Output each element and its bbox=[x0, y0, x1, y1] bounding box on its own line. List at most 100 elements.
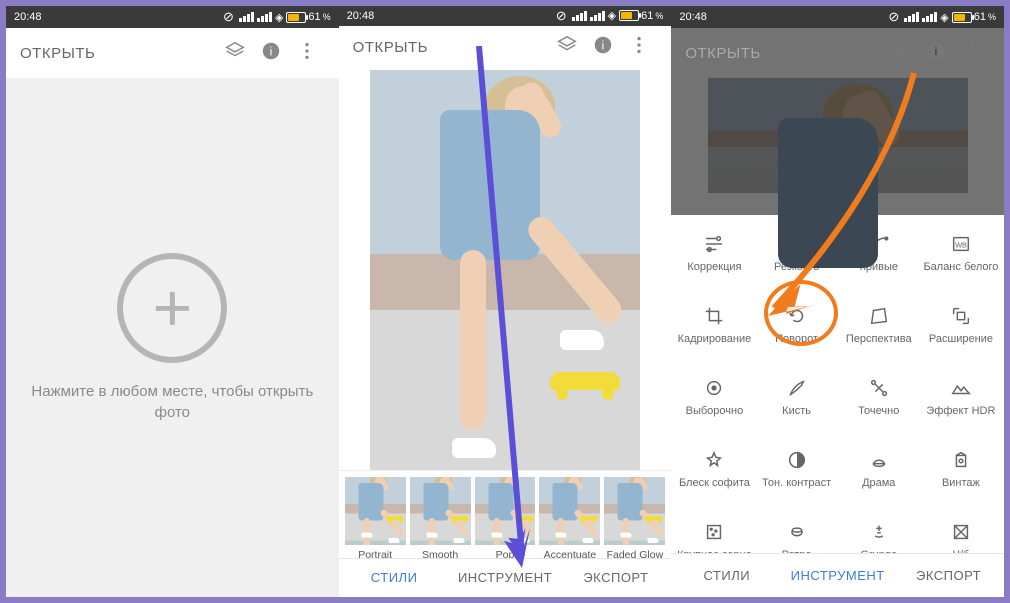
tool-brush[interactable]: Кисть bbox=[756, 369, 838, 435]
style-thumb bbox=[604, 477, 665, 545]
layers-icon[interactable] bbox=[549, 34, 585, 61]
tool-glamour[interactable]: Блеск софита bbox=[673, 441, 755, 507]
tool-contrast[interactable]: Тон. контраст bbox=[756, 441, 838, 507]
style-label: Pop bbox=[475, 549, 536, 558]
mute-icon: ⊘ bbox=[223, 9, 234, 25]
status-bar: 20:48 ⊘ ◈ 61% bbox=[339, 6, 672, 26]
more-icon[interactable] bbox=[954, 40, 990, 67]
tool-perspective[interactable]: Перспектива bbox=[838, 297, 920, 363]
wifi-icon: ◈ bbox=[940, 11, 948, 24]
tool-tune[interactable]: Коррекция bbox=[673, 225, 755, 291]
tool-grain[interactable]: Крупное зерно bbox=[673, 513, 755, 553]
photo bbox=[370, 70, 640, 470]
tune-icon bbox=[675, 231, 753, 257]
battery-icon: 61% bbox=[952, 11, 996, 23]
mute-icon: ⊘ bbox=[888, 9, 899, 25]
empty-hint: Нажмите в любом месте, чтобы открыть фот… bbox=[6, 381, 339, 423]
tab-export[interactable]: ЭКСПОРТ bbox=[560, 559, 671, 597]
retro-icon bbox=[758, 519, 836, 545]
status-bar: 20:48 ⊘ ◈ 61% bbox=[671, 6, 1004, 28]
svg-text:i: i bbox=[269, 44, 272, 58]
tool-retro[interactable]: Ретро bbox=[756, 513, 838, 553]
tool-label: Выборочно bbox=[675, 405, 753, 429]
annotation-circle-orange bbox=[764, 280, 838, 346]
info-icon[interactable]: i bbox=[253, 40, 289, 67]
signal-icon-2 bbox=[257, 12, 272, 22]
style-label: Smooth bbox=[410, 549, 471, 558]
wb-icon: WB bbox=[922, 231, 1000, 257]
tab-export[interactable]: ЭКСПОРТ bbox=[893, 554, 1004, 597]
svg-text:i: i bbox=[935, 44, 938, 58]
glamour-icon bbox=[675, 447, 753, 473]
app-toolbar: ОТКРЫТЬ i bbox=[339, 26, 672, 70]
tool-label: Блеск софита bbox=[675, 477, 753, 501]
layers-icon[interactable] bbox=[882, 40, 918, 67]
hdr-icon bbox=[922, 375, 1000, 401]
bw-icon bbox=[922, 519, 1000, 545]
signal-icon bbox=[572, 11, 587, 21]
style-item-faded glow[interactable]: Faded Glow bbox=[604, 477, 665, 558]
style-item-accentuate[interactable]: Accentuate bbox=[539, 477, 600, 558]
screen-open-empty: 20:48 ⊘ ◈ 61% ОТКРЫТЬ i + Нажмите в любо… bbox=[6, 6, 339, 597]
style-item-pop[interactable]: Pop bbox=[475, 477, 536, 558]
tool-drama[interactable]: Драма bbox=[838, 441, 920, 507]
style-thumb bbox=[345, 477, 406, 545]
add-photo-icon: + bbox=[117, 253, 227, 363]
vintage-icon bbox=[922, 447, 1000, 473]
tool-grunge[interactable]: Grunge bbox=[838, 513, 920, 553]
svg-text:i: i bbox=[602, 39, 605, 53]
svg-text:WB: WB bbox=[955, 241, 967, 250]
signal-icon-2 bbox=[922, 12, 937, 22]
style-item-smooth[interactable]: Smooth bbox=[410, 477, 471, 558]
tool-heal[interactable]: Точечно bbox=[838, 369, 920, 435]
bottom-tabs: СТИЛИ ИНСТРУМЕНТ ЭКСПОРТ bbox=[671, 553, 1004, 597]
crop-icon bbox=[675, 303, 753, 329]
tool-hdr[interactable]: Эффект HDR bbox=[920, 369, 1002, 435]
expand-icon bbox=[922, 303, 1000, 329]
open-button[interactable]: ОТКРЫТЬ bbox=[20, 45, 95, 62]
signal-icon bbox=[904, 12, 919, 22]
tool-wb[interactable]: WB Баланс белого bbox=[920, 225, 1002, 291]
mute-icon: ⊘ bbox=[556, 8, 567, 24]
open-button[interactable]: ОТКРЫТЬ bbox=[685, 45, 760, 62]
style-thumb bbox=[410, 477, 471, 545]
style-label: Portrait bbox=[345, 549, 406, 558]
info-icon[interactable]: i bbox=[918, 40, 954, 67]
wifi-icon: ◈ bbox=[608, 9, 616, 22]
info-icon[interactable]: i bbox=[585, 34, 621, 61]
signal-icon bbox=[239, 12, 254, 22]
empty-canvas[interactable]: + Нажмите в любом месте, чтобы открыть ф… bbox=[6, 78, 339, 597]
signal-icon-2 bbox=[590, 11, 605, 21]
style-label: Accentuate bbox=[539, 549, 600, 558]
style-item-portrait[interactable]: Portrait bbox=[345, 477, 406, 558]
status-bar: 20:48 ⊘ ◈ 61% bbox=[6, 6, 339, 28]
status-time: 20:48 bbox=[347, 10, 375, 22]
layers-icon[interactable] bbox=[217, 40, 253, 67]
bottom-tabs: СТИЛИ ИНСТРУМЕНТ ЭКСПОРТ bbox=[339, 558, 672, 597]
status-time: 20:48 bbox=[679, 11, 707, 23]
status-time: 20:48 bbox=[14, 11, 42, 23]
dimmed-photo-area: ОТКРЫТЬ i bbox=[671, 28, 1004, 215]
drama-icon bbox=[840, 447, 918, 473]
tool-bw[interactable]: Ч/б bbox=[920, 513, 1002, 553]
tab-styles[interactable]: СТИЛИ bbox=[339, 559, 450, 597]
tool-expand[interactable]: Расширение bbox=[920, 297, 1002, 363]
tab-tools[interactable]: ИНСТРУМЕНТ bbox=[450, 559, 561, 597]
tool-label: Кисть bbox=[758, 405, 836, 429]
tool-crop[interactable]: Кадрирование bbox=[673, 297, 755, 363]
tool-vintage[interactable]: Винтаж bbox=[920, 441, 1002, 507]
tool-label: Коррекция bbox=[675, 261, 753, 285]
tab-tools[interactable]: ИНСТРУМЕНТ bbox=[782, 554, 893, 597]
open-button[interactable]: ОТКРЫТЬ bbox=[353, 39, 428, 56]
battery-icon: 61% bbox=[619, 10, 663, 22]
tool-label: Эффект HDR bbox=[922, 405, 1000, 429]
tab-styles[interactable]: СТИЛИ bbox=[671, 554, 782, 597]
tool-target[interactable]: Выборочно bbox=[673, 369, 755, 435]
style-thumb bbox=[539, 477, 600, 545]
photo-canvas[interactable] bbox=[339, 70, 672, 470]
tool-label: Драма bbox=[840, 477, 918, 501]
tool-label: Винтаж bbox=[922, 477, 1000, 501]
tool-label: Расширение bbox=[922, 333, 1000, 357]
more-icon[interactable] bbox=[289, 40, 325, 67]
more-icon[interactable] bbox=[621, 34, 657, 61]
